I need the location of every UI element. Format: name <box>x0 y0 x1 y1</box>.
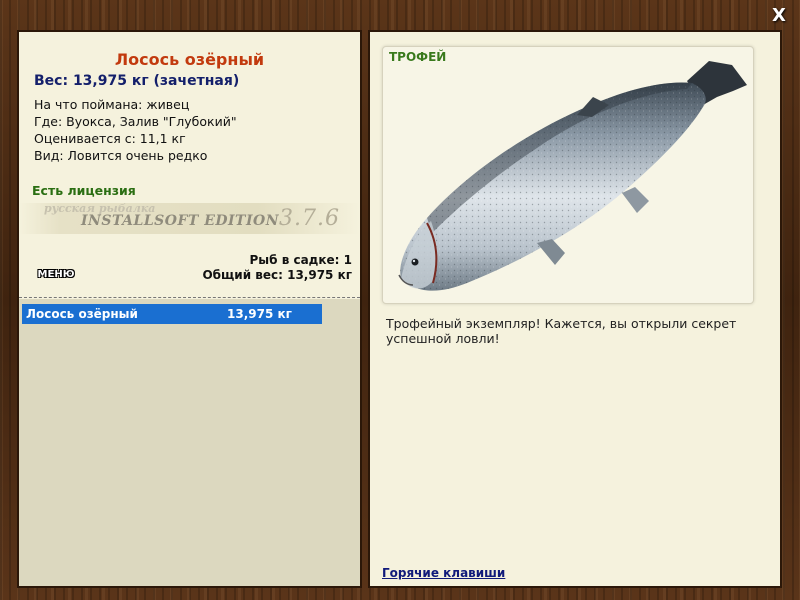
catch-item-weight: 13,975 кг <box>227 307 292 321</box>
catch-list-item[interactable]: Лосось озёрный 13,975 кг <box>22 304 322 324</box>
fish-title: Лосось озёрный <box>114 50 265 69</box>
trophy-badge: ТРОФЕЙ <box>389 50 447 64</box>
hotkeys-link[interactable]: Горячие клавиши <box>382 566 505 580</box>
catch-list <box>19 299 360 586</box>
banner-version: 3.7.6 <box>279 206 340 231</box>
fish-photo-frame: ТРОФЕЙ <box>382 46 754 304</box>
keepnet-stats: Рыб в садке: 1 Общий вес: 13,975 кг <box>202 253 352 283</box>
species-info: Вид: Ловится очень редко <box>34 148 208 163</box>
fish-details: На что поймана: живец Где: Вуокса, Залив… <box>34 96 237 164</box>
fish-photo-panel: ТРОФЕЙ Трофейный экземпляр! Кажется, вы … <box>368 30 782 588</box>
menu-button[interactable]: МЕНЮ <box>33 268 79 282</box>
fish-info-panel: Лосось озёрный Вес: 13,975 кг (зачетная)… <box>17 30 362 588</box>
license-status: Есть лицензия <box>32 183 136 198</box>
salmon-image <box>398 61 747 291</box>
rating-info: Оценивается с: 11,1 кг <box>34 131 186 146</box>
fish-count: Рыб в садке: 1 <box>249 253 353 267</box>
close-button[interactable]: X <box>768 6 790 26</box>
location-info: Где: Вуокса, Залив "Глубокий" <box>34 114 237 129</box>
total-weight: Общий вес: 13,975 кг <box>202 268 352 282</box>
fish-weight: Вес: 13,975 кг (зачетная) <box>34 73 240 89</box>
catch-item-name: Лосось озёрный <box>26 307 138 321</box>
catch-description: Трофейный экземпляр! Кажется, вы открыли… <box>386 316 737 346</box>
list-divider <box>19 297 360 298</box>
bait-info: На что поймана: живец <box>34 97 190 112</box>
banner-edition: INSTALLSOFT EDITION <box>81 213 280 229</box>
